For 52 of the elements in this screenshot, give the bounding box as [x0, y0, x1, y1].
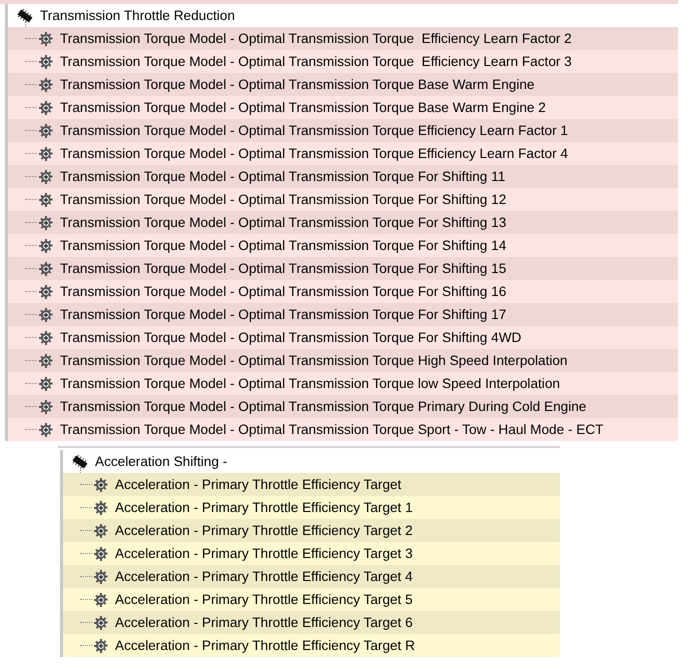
gear-icon [93, 638, 109, 654]
tree-item[interactable]: Acceleration - Primary Throttle Efficiency Target 5 [63, 588, 560, 611]
tree-item[interactable]: Acceleration - Primary Throttle Efficiency Target 6 [63, 611, 560, 634]
tree-item[interactable]: Acceleration - Primary Throttle Efficiency Target 1 [63, 496, 560, 519]
gear-icon [38, 330, 54, 346]
gear-icon [38, 306, 54, 322]
gear-icon [38, 168, 54, 184]
tree-item[interactable]: Transmission Torque Model - Optimal Transmission Torque Efficiency Learn Factor 3 [8, 50, 678, 73]
gear-icon [93, 476, 109, 492]
gear-icon [93, 568, 109, 584]
tree-item[interactable]: Transmission Torque Model - Optimal Transmission Torque For Shifting 11 [8, 165, 678, 188]
tree-item[interactable]: Acceleration - Primary Throttle Efficiency Target 2 [63, 519, 560, 542]
gear-icon [93, 500, 109, 516]
tree-item[interactable]: Acceleration - Primary Throttle Efficiency Target 3 [63, 542, 560, 565]
gear-icon [38, 352, 54, 368]
gear-icon [38, 146, 54, 162]
tree-item[interactable]: Acceleration - Primary Throttle Efficiency Target 4 [63, 565, 560, 588]
tree-item[interactable]: Transmission Torque Model - Optimal Transmission Torque Efficiency Learn Factor 2 [8, 27, 678, 50]
tree-item[interactable]: Acceleration - Primary Throttle Efficiency Target R [63, 634, 560, 657]
tree-item[interactable]: Transmission Torque Model - Optimal Transmission Torque Sport - Tow - Haul Mode - ECT [8, 418, 678, 441]
gear-icon [38, 284, 54, 300]
gear-icon [38, 30, 54, 46]
gear-icon [93, 522, 109, 538]
gear-icon [38, 192, 54, 208]
tree-item[interactable]: Transmission Torque Model - Optimal Transmission Torque For Shifting 13 [8, 211, 678, 234]
tree-item[interactable]: Transmission Torque Model - Optimal Transmission Torque Efficiency Learn Factor 4 [8, 142, 678, 165]
tree-item[interactable]: Transmission Torque Model - Optimal Transmission Torque For Shifting 16 [8, 280, 678, 303]
gear-icon [38, 100, 54, 116]
gear-icon [38, 214, 54, 230]
gear-icon [93, 614, 109, 630]
gear-icon [38, 76, 54, 92]
gear-icon [38, 260, 54, 276]
gear-icon [38, 238, 54, 254]
tree-item[interactable]: Transmission Torque Model - Optimal Transmission Torque For Shifting 4WD [8, 326, 678, 349]
tree-item[interactable]: Transmission Torque Model - Optimal Transmission Torque Base Warm Engine 2 [8, 96, 678, 119]
tree-item[interactable]: Transmission Torque Model - Optimal Transmission Torque Efficiency Learn Factor 1 [8, 119, 678, 142]
tree-item[interactable]: Transmission Torque Model - Optimal Transmission Torque Base Warm Engine [8, 73, 678, 96]
gear-icon [38, 122, 54, 138]
tree-item[interactable]: Transmission Torque Model - Optimal Transmission Torque For Shifting 14 [8, 234, 678, 257]
tree-item[interactable]: Acceleration - Primary Throttle Efficiency Target [63, 473, 560, 496]
tree-item[interactable]: Transmission Torque Model - Optimal Transmission Torque High Speed Interpolation [8, 349, 678, 372]
gear-icon [93, 592, 109, 608]
tree-item[interactable]: Transmission Torque Model - Optimal Transmission Torque For Shifting 15 [8, 257, 678, 280]
gear-icon [38, 54, 54, 70]
tree-item[interactable]: Transmission Torque Model - Optimal Transmission Torque low Speed Interpolation [8, 372, 678, 395]
tree-item[interactable]: Transmission Torque Model - Optimal Transmission Torque For Shifting 12 [8, 188, 678, 211]
gear-icon [38, 376, 54, 392]
gear-icon [93, 546, 109, 562]
tree-item[interactable]: Transmission Torque Model - Optimal Transmission Torque For Shifting 17 [8, 303, 678, 326]
gear-icon [38, 398, 54, 414]
tree-item[interactable]: Transmission Torque Model - Optimal Transmission Torque Primary During Cold Engine [8, 395, 678, 418]
gear-icon [38, 422, 54, 438]
